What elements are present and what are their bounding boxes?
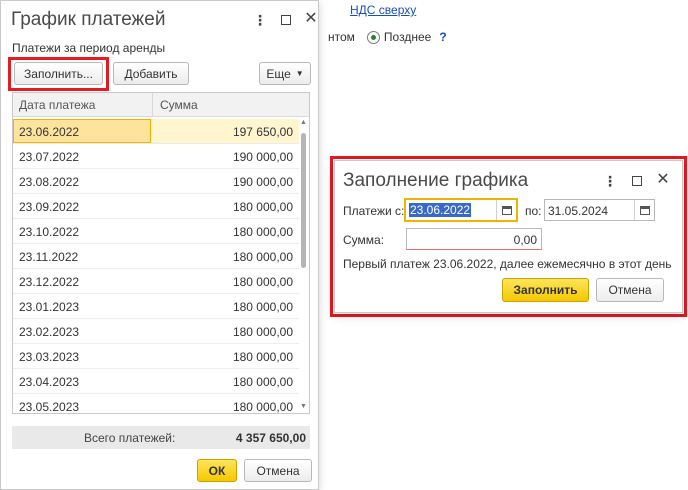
calendar-icon[interactable] (496, 200, 516, 220)
row-sum: 180 000,00 (232, 300, 293, 314)
row-date: 23.03.2023 (19, 350, 80, 364)
table-row[interactable]: 23.05.2023 180 000,00 (13, 394, 299, 414)
more-actions-icon[interactable]: ⋮ (602, 173, 618, 189)
vat-on-top-link[interactable]: НДС сверху (350, 3, 416, 17)
row-sum: 190 000,00 (232, 175, 293, 189)
dialog-title: Заполнение графика (343, 170, 529, 191)
more-button[interactable]: Еще ▼ (259, 62, 311, 85)
scroll-thumb[interactable] (301, 133, 306, 268)
row-date: 23.09.2022 (19, 200, 80, 214)
table-row[interactable]: 23.12.2022 180 000,00 (13, 269, 299, 294)
ok-button[interactable]: ОК (197, 459, 237, 482)
column-header-date[interactable]: Дата платежа (19, 98, 95, 112)
row-sum: 180 000,00 (232, 225, 293, 239)
row-date: 23.12.2022 (19, 275, 80, 289)
table-row[interactable]: 23.02.2023 180 000,00 (13, 319, 299, 344)
row-date: 23.02.2023 (19, 325, 80, 339)
help-icon[interactable]: ? (439, 30, 446, 44)
table-header: Дата платежа Сумма (13, 93, 309, 117)
payment-schedule-window: График платежей ⋮ ✕ Платежи за период ар… (0, 0, 319, 490)
row-date: 23.06.2022 (19, 125, 80, 139)
fill-button[interactable]: Заполнить (502, 278, 589, 302)
row-sum: 180 000,00 (232, 275, 293, 289)
table-row[interactable]: 23.09.2022 180 000,00 (13, 194, 299, 219)
radio-selected-dot (370, 34, 376, 40)
row-sum: 180 000,00 (232, 325, 293, 339)
sum-value: 0,00 (513, 233, 537, 247)
window-title: График платежей (11, 9, 166, 30)
total-bar: Всего платежей: 4 357 650,00 (12, 426, 310, 449)
total-label: Всего платежей: (84, 431, 176, 445)
calendar-icon[interactable] (634, 200, 654, 220)
table-row[interactable]: 23.08.2022 190 000,00 (13, 169, 299, 194)
row-date: 23.05.2023 (19, 400, 80, 414)
row-date: 23.11.2022 (19, 250, 79, 264)
dialog-cancel-button[interactable]: Отмена (596, 278, 664, 302)
maximize-icon[interactable] (629, 173, 645, 186)
background-radio-row: нтом Позднее ? (328, 30, 447, 44)
radio-prefix-text: нтом (328, 30, 355, 44)
close-icon[interactable]: ✕ (655, 172, 671, 188)
more-actions-icon[interactable]: ⋮ (252, 12, 268, 28)
fill-schedule-dialog: Заполнение графика ⋮ ✕ Платежи с: 23.06.… (334, 160, 683, 313)
row-sum: 197 650,00 (232, 125, 293, 139)
radio-later-label: Позднее (383, 30, 432, 44)
row-sum: 180 000,00 (232, 400, 293, 414)
date-to-field[interactable]: 31.05.2024 (544, 199, 655, 221)
date-from-field[interactable]: 23.06.2022 (404, 198, 518, 222)
maximize-icon[interactable] (278, 12, 294, 25)
add-button[interactable]: Добавить (113, 62, 189, 85)
row-date: 23.07.2022 (19, 150, 80, 164)
fill-schedule-button[interactable]: Заполнить... (14, 62, 103, 85)
payments-from-label: Платежи с: (343, 204, 405, 218)
cancel-button[interactable]: Отмена (244, 459, 312, 482)
table-row[interactable]: 23.06.2022 197 650,00 (13, 119, 299, 144)
row-sum: 190 000,00 (232, 150, 293, 164)
sum-field[interactable]: 0,00 (406, 228, 542, 250)
scroll-up-icon[interactable]: ▲ (300, 119, 307, 127)
to-label: по: (525, 204, 542, 218)
table-scrollbar[interactable]: ▲ ▼ (300, 119, 307, 411)
column-separator (152, 93, 153, 117)
row-sum: 180 000,00 (232, 250, 293, 264)
period-label: Платежи за период аренды (12, 41, 166, 55)
column-header-sum[interactable]: Сумма (160, 98, 198, 112)
row-date: 23.04.2023 (19, 375, 80, 389)
row-sum: 180 000,00 (232, 375, 293, 389)
table-row[interactable]: 23.04.2023 180 000,00 (13, 369, 299, 394)
row-date: 23.01.2023 (19, 300, 80, 314)
table-row[interactable]: 23.11.2022 180 000,00 (13, 244, 299, 269)
table-row[interactable]: 23.10.2022 180 000,00 (13, 219, 299, 244)
table-row[interactable]: 23.03.2023 180 000,00 (13, 344, 299, 369)
chevron-down-icon: ▼ (295, 69, 304, 78)
sum-label: Сумма: (343, 233, 385, 247)
schedule-info-text: Первый платеж 23.06.2022, далее ежемесяч… (343, 257, 672, 271)
table-row[interactable]: 23.07.2022 190 000,00 (13, 144, 299, 169)
date-from-value: 23.06.2022 (409, 203, 472, 217)
row-date: 23.08.2022 (19, 175, 80, 189)
more-button-label: Еще (266, 66, 291, 81)
radio-later[interactable] (366, 30, 380, 44)
date-to-value: 31.05.2024 (548, 204, 609, 218)
row-sum: 180 000,00 (232, 200, 293, 214)
close-icon[interactable]: ✕ (303, 11, 319, 27)
payments-table: Дата платежа Сумма 23.06.2022 197 650,00 2… (12, 92, 310, 414)
row-sum: 180 000,00 (232, 350, 293, 364)
scroll-down-icon[interactable]: ▼ (300, 403, 307, 411)
table-row[interactable]: 23.01.2023 180 000,00 (13, 294, 299, 319)
row-date: 23.10.2022 (19, 225, 80, 239)
total-value: 4 357 650,00 (235, 431, 306, 445)
